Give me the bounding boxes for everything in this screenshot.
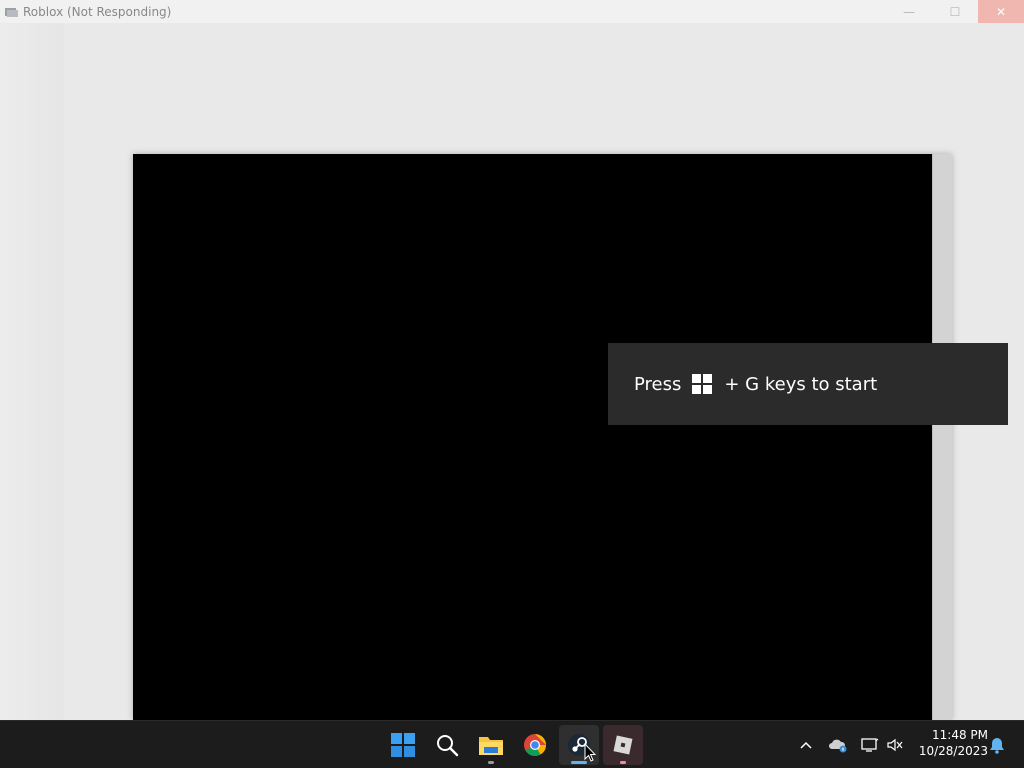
- bell-icon: [990, 737, 1004, 754]
- taskbar: 11:48 PM 10/28/2023: [0, 720, 1024, 768]
- running-indicator: [488, 761, 494, 764]
- roblox-icon: [613, 735, 633, 755]
- window-controls: — ☐ ✕: [886, 0, 1024, 23]
- volume-muted-icon: [887, 738, 903, 751]
- maximize-button[interactable]: ☐: [932, 0, 978, 23]
- game-bar-toast: Press + G keys to start: [608, 343, 1008, 425]
- running-indicator: [620, 761, 626, 764]
- window-titlebar[interactable]: Roblox (Not Responding) — ☐ ✕: [0, 0, 1024, 23]
- windows-logo-icon: [391, 733, 415, 757]
- close-button[interactable]: ✕: [978, 0, 1024, 23]
- notifications-button[interactable]: [986, 721, 1008, 768]
- desktop-screen: Roblox (Not Responding) — ☐ ✕ Press + G …: [0, 0, 1024, 768]
- search-button[interactable]: [427, 725, 467, 765]
- start-button[interactable]: [383, 725, 423, 765]
- toast-press-label: Press: [634, 373, 682, 395]
- chrome-icon: [524, 734, 546, 756]
- windows-key-icon: [692, 374, 713, 394]
- onedrive-tray-button[interactable]: [826, 721, 850, 768]
- volume-tray-button[interactable]: [884, 721, 906, 768]
- taskbar-clock[interactable]: 11:48 PM 10/28/2023: [912, 727, 988, 759]
- roblox-app-icon: [4, 5, 18, 19]
- game-viewport[interactable]: [133, 154, 932, 720]
- clock-time: 11:48 PM: [932, 728, 988, 742]
- network-tray-button[interactable]: [858, 721, 882, 768]
- client-left-shade: [0, 23, 64, 720]
- vertical-scrollbar[interactable]: [932, 154, 952, 720]
- folder-icon: [479, 737, 503, 755]
- file-explorer-button[interactable]: [471, 725, 511, 765]
- window-title: Roblox (Not Responding): [23, 4, 172, 19]
- minimize-button[interactable]: —: [886, 0, 932, 23]
- chevron-up-icon: [800, 741, 812, 749]
- toast-keys-label: + G keys to start: [724, 373, 878, 395]
- network-icon: [861, 737, 879, 752]
- clock-date: 10/28/2023: [918, 744, 988, 758]
- chrome-button[interactable]: [515, 725, 555, 765]
- roblox-button[interactable]: [603, 725, 643, 765]
- cloud-info-icon: [829, 739, 847, 752]
- mouse-cursor-icon: [584, 743, 596, 762]
- show-hidden-icons-button[interactable]: [795, 721, 817, 768]
- search-icon: [437, 735, 459, 757]
